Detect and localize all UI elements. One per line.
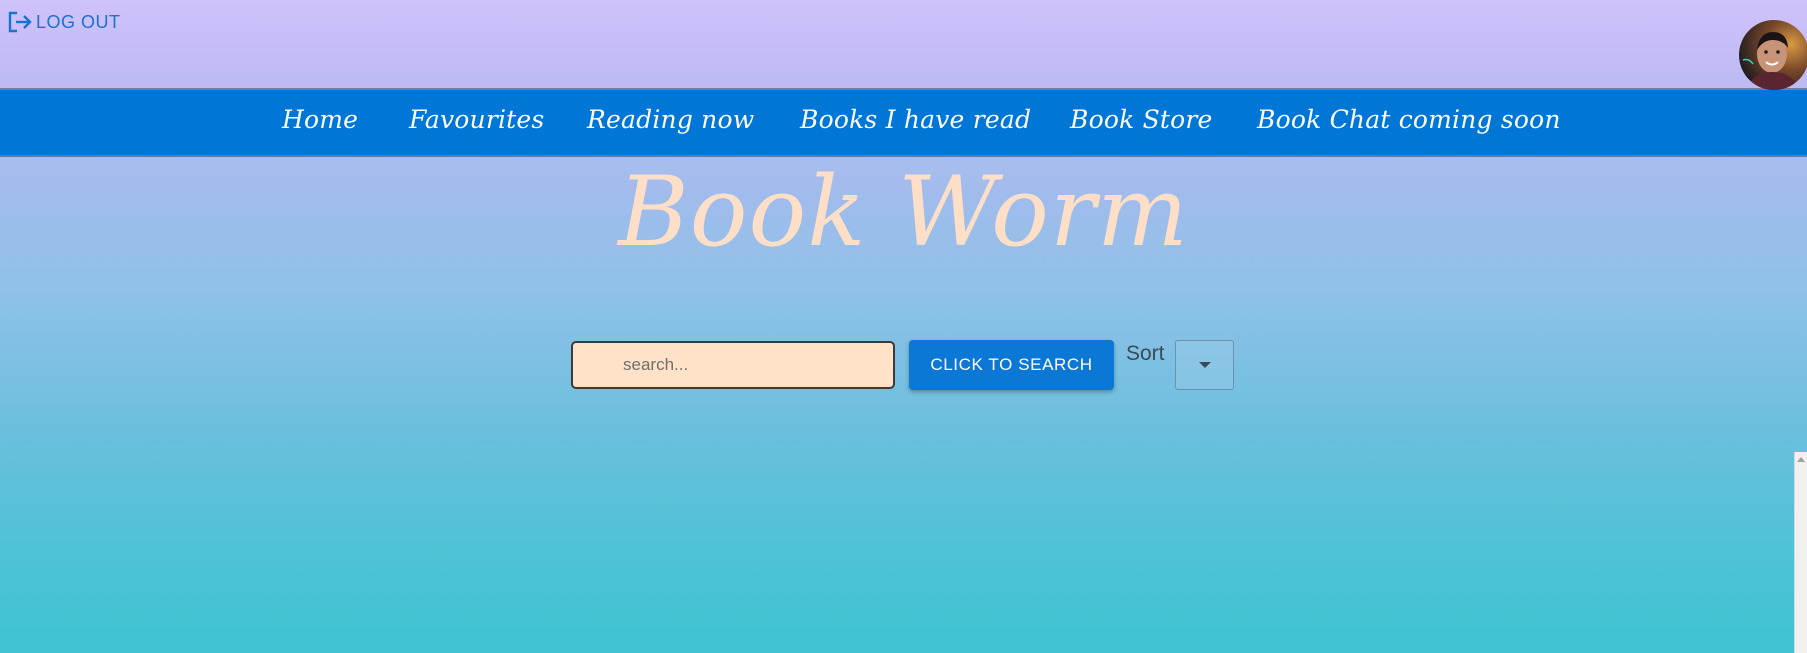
scroll-up-arrow-icon[interactable] [1797,457,1805,462]
nav-favourites[interactable]: Favourites [409,105,544,134]
page-title: Book Worm [618,156,1189,268]
sort-label: Sort [1126,342,1165,365]
user-avatar[interactable] [1739,20,1807,90]
nav-book-chat[interactable]: Book Chat coming soon [1257,105,1561,134]
logout-label: LOG OUT [36,11,121,32]
main-navbar: Home Favourites Reading now Books I have… [0,90,1807,157]
logout-button[interactable]: LOG OUT [7,10,121,34]
top-bar: LOG OUT [0,0,1807,90]
logout-icon [7,10,33,34]
nav-home[interactable]: Home [282,105,358,134]
nav-book-store[interactable]: Book Store [1070,105,1213,134]
chevron-down-icon [1198,356,1212,374]
sort-dropdown[interactable] [1175,340,1234,390]
nav-books-read[interactable]: Books I have read [800,105,1031,134]
search-input[interactable] [571,341,895,389]
nav-reading-now[interactable]: Reading now [587,105,754,134]
search-button[interactable]: CLICK TO SEARCH [909,340,1114,390]
page-scrollbar[interactable] [1794,452,1807,653]
